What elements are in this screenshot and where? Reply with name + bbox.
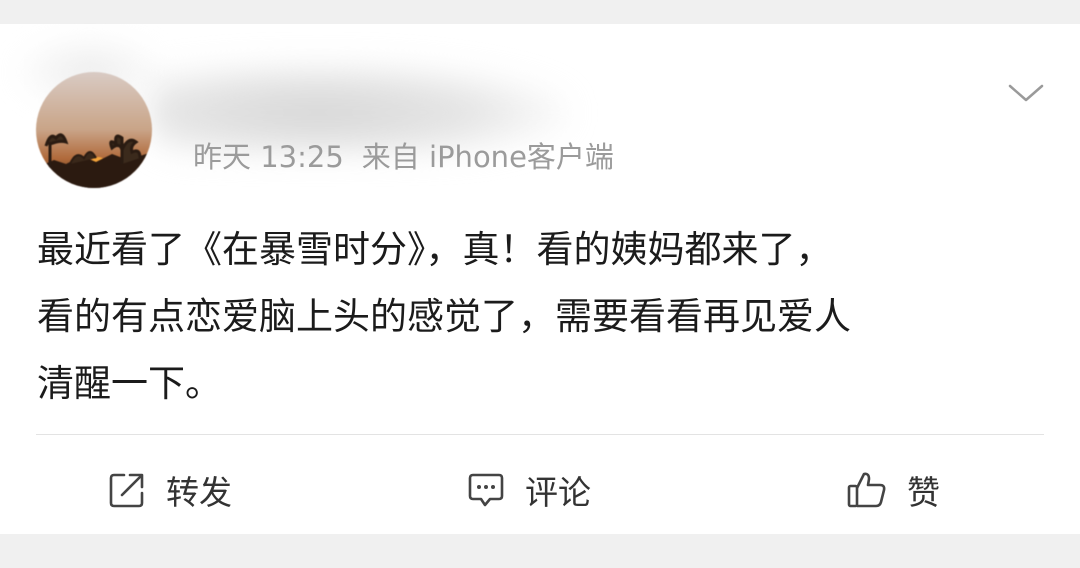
like-button[interactable]: 赞 xyxy=(845,460,940,520)
post-text-line: 最近看了《在暴雪时分》，真！看的姨妈都来了， xyxy=(37,228,833,271)
weibo-post-card: 昨天 13:25 来自 iPhone客户端 最近看了《在暴雪时分》，真！看的姨妈都… xyxy=(0,24,1080,534)
like-label: 赞 xyxy=(907,473,940,512)
avatar[interactable] xyxy=(36,72,152,188)
repost-icon xyxy=(109,473,144,508)
comment-button[interactable]: 评论 xyxy=(465,460,591,520)
thumbs-up-icon xyxy=(847,472,886,508)
action-bar: 转发 评论 赞 xyxy=(0,460,1080,520)
comment-label: 评论 xyxy=(525,473,591,512)
post-text-line: 看的有点恋爱脑上头的感觉了，需要看看再见爱人 xyxy=(37,295,851,338)
post-text-line: 清醒一下。 xyxy=(37,362,222,405)
avatar-image xyxy=(36,72,152,188)
post-meta: 昨天 13:25 来自 iPhone客户端 xyxy=(193,135,632,179)
repost-button[interactable]: 转发 xyxy=(106,460,232,520)
comment-icon xyxy=(468,473,504,507)
post-timestamp: 昨天 13:25 xyxy=(193,140,344,174)
chevron-down-icon[interactable] xyxy=(1006,76,1046,108)
post-body: 最近看了《在暴雪时分》，真！看的姨妈都来了， 看的有点恋爱脑上头的感觉了，需要看… xyxy=(37,216,1047,417)
repost-label: 转发 xyxy=(166,473,232,512)
divider xyxy=(36,434,1044,435)
screenshot-frame: 昨天 13:25 来自 iPhone客户端 最近看了《在暴雪时分》，真！看的姨妈都… xyxy=(0,0,1080,568)
post-source[interactable]: 来自 iPhone客户端 xyxy=(362,140,614,174)
